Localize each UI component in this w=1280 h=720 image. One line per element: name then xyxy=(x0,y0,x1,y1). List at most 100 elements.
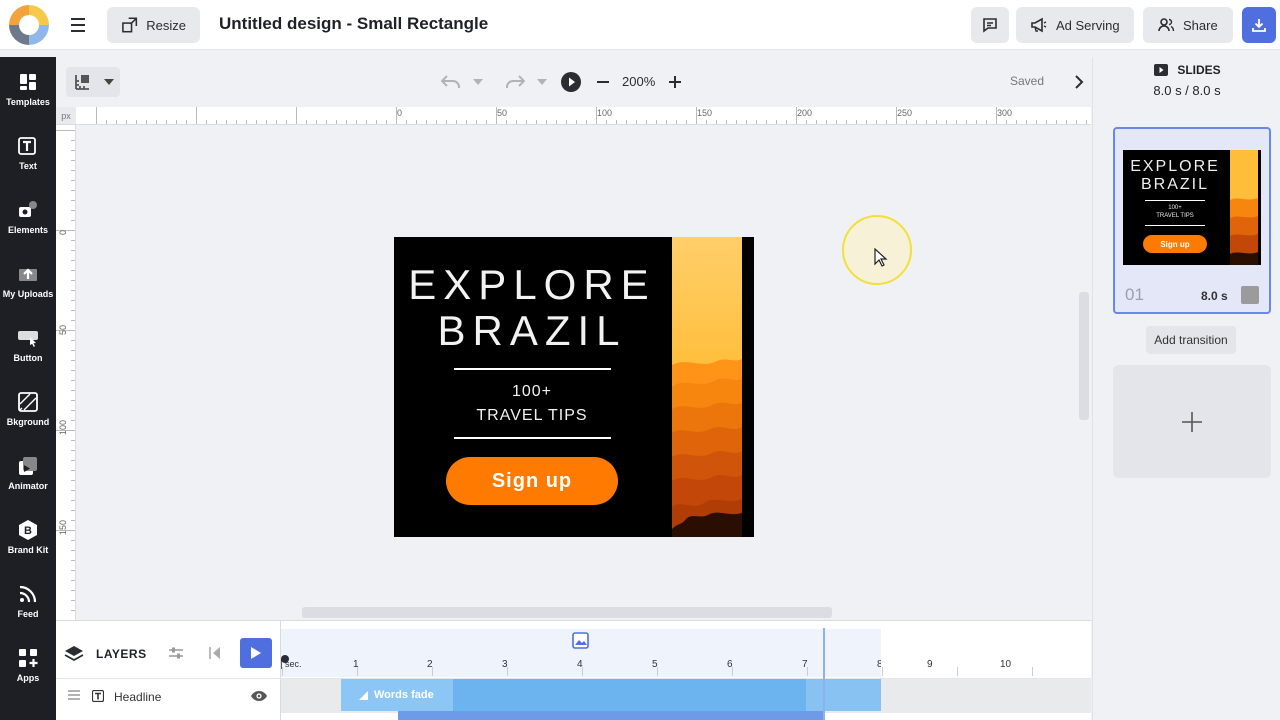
app-logo[interactable] xyxy=(9,5,49,45)
ruler-tick xyxy=(916,120,917,124)
sidebar-item-feed[interactable]: Feed xyxy=(0,569,56,633)
templates-icon xyxy=(17,71,39,93)
playhead-start-marker-icon[interactable] xyxy=(281,655,289,669)
collapse-panel-chevron-icon[interactable] xyxy=(1071,72,1087,92)
ruler-tick xyxy=(71,590,75,591)
ruler-tick xyxy=(146,120,147,124)
ruler-tick xyxy=(906,120,907,124)
ruler-tick xyxy=(166,120,167,124)
filter-icon[interactable] xyxy=(168,646,184,660)
sidebar-item-button[interactable]: Button xyxy=(0,313,56,377)
play-preview-icon[interactable] xyxy=(561,72,581,92)
design-canvas[interactable]: EXPLORE BRAZIL 100+ TRAVEL TIPS Sign up xyxy=(394,237,754,537)
timeline-tick xyxy=(657,667,658,676)
undo-menu-chevron-icon[interactable] xyxy=(472,72,484,92)
sidebar-item-my-uploads[interactable]: My Uploads xyxy=(0,249,56,313)
horizontal-scrollbar[interactable] xyxy=(302,607,832,618)
vertical-scrollbar[interactable] xyxy=(1079,292,1089,420)
share-button[interactable]: Share xyxy=(1143,7,1233,43)
share-label: Share xyxy=(1183,17,1218,33)
timeline-row-headline[interactable]: Headline Words fade xyxy=(56,678,1091,713)
ruler-tick xyxy=(826,120,827,124)
thumb-landscape-image xyxy=(1230,150,1258,265)
download-button[interactable] xyxy=(1242,7,1276,43)
slide-background-color-swatch[interactable] xyxy=(1241,286,1259,304)
add-transition-button[interactable]: Add transition xyxy=(1146,326,1236,354)
ruler-tick xyxy=(656,120,657,124)
ruler-tick xyxy=(116,120,117,124)
document-title[interactable]: Untitled design - Small Rectangle xyxy=(219,14,488,34)
redo-icon[interactable] xyxy=(504,72,526,92)
ruler-tick xyxy=(71,300,75,301)
grid-icon xyxy=(74,75,89,90)
ruler-tick xyxy=(126,120,127,124)
slide-thumbnail-card[interactable]: EXPLORE BRAZIL 100+ TRAVEL TIPS Sign up … xyxy=(1113,127,1271,314)
sidebar-item-brand-kit[interactable]: B Brand Kit xyxy=(0,505,56,569)
headline-line-2[interactable]: BRAZIL xyxy=(394,307,670,355)
divider-bottom[interactable] xyxy=(454,437,611,439)
sidebar-item-text[interactable]: Text xyxy=(0,121,56,185)
resize-label: Resize xyxy=(146,17,186,33)
ruler-tick xyxy=(71,180,75,181)
sidebar-item-templates[interactable]: Templates xyxy=(0,57,56,121)
next-layer-duration-bar[interactable] xyxy=(398,711,824,720)
ruler-tick xyxy=(1006,120,1007,124)
slide-thumbnail[interactable]: EXPLORE BRAZIL 100+ TRAVEL TIPS Sign up xyxy=(1123,150,1261,265)
entrance-animation-bar[interactable]: Words fade xyxy=(341,679,453,711)
ruler-tick xyxy=(256,120,257,124)
ruler-tick xyxy=(71,150,75,151)
ruler-tick xyxy=(71,610,75,611)
image-marker-icon[interactable] xyxy=(572,632,589,649)
sidebar-item-animator[interactable]: Animator xyxy=(0,441,56,505)
ruler-tick xyxy=(866,120,867,124)
ruler-tick xyxy=(296,107,297,124)
subheadline-line-1[interactable]: 100+ xyxy=(394,383,670,401)
ruler-tick xyxy=(416,120,417,124)
layer-track[interactable]: Words fade xyxy=(281,679,1091,713)
ruler-tick xyxy=(71,170,75,171)
undo-icon[interactable] xyxy=(440,72,462,92)
slide-duration[interactable]: 8.0 s xyxy=(1201,289,1228,303)
timeline-tick xyxy=(507,667,508,676)
ruler-label: 150 xyxy=(58,519,68,535)
drag-handle-icon[interactable] xyxy=(68,690,80,700)
resize-button[interactable]: Resize xyxy=(107,7,200,43)
fade-triangle-icon xyxy=(359,690,368,700)
ruler-label: 50 xyxy=(58,324,68,335)
zoom-in-icon[interactable] xyxy=(666,72,684,92)
menu-icon[interactable] xyxy=(66,13,90,37)
playhead-end-line[interactable] xyxy=(823,628,825,720)
sidebar-item-apps[interactable]: Apps xyxy=(0,633,56,697)
divider-top[interactable] xyxy=(454,368,611,370)
ruler-tick xyxy=(186,120,187,124)
ruler-tick xyxy=(196,107,197,124)
sidebar-item-elements[interactable]: Elements xyxy=(0,185,56,249)
cta-sign-up-button[interactable]: Sign up xyxy=(446,457,618,505)
layer-exit-animation-bar[interactable] xyxy=(806,679,881,711)
ruler-tick xyxy=(926,120,927,124)
timeline-second-label: 10 xyxy=(1000,659,1012,670)
ruler-tick xyxy=(326,120,327,124)
timeline-play-button[interactable] xyxy=(240,638,272,668)
plus-icon xyxy=(1182,411,1202,432)
sidebar-item-background[interactable]: Bkground xyxy=(0,377,56,441)
add-slide-button[interactable] xyxy=(1113,365,1271,478)
left-sidebar: Templates Text Elements My Uploads Butto… xyxy=(0,57,56,720)
redo-menu-chevron-icon[interactable] xyxy=(536,72,548,92)
eye-icon[interactable] xyxy=(250,690,268,702)
zoom-out-icon[interactable] xyxy=(594,72,612,92)
comments-button[interactable] xyxy=(971,7,1009,43)
layer-name[interactable]: Headline xyxy=(114,690,161,704)
headline-line-1[interactable]: EXPLORE xyxy=(394,261,670,309)
thumb-headline-2: BRAZIL xyxy=(1140,176,1209,193)
grid-layout-button[interactable] xyxy=(66,67,120,97)
ad-serving-button[interactable]: Ad Serving xyxy=(1016,7,1134,43)
ruler-tick xyxy=(636,120,637,124)
skip-to-start-icon[interactable] xyxy=(208,646,222,660)
ruler-tick xyxy=(71,450,75,451)
mountain-landscape-image[interactable] xyxy=(672,237,742,537)
ruler-tick xyxy=(406,120,407,124)
subheadline-line-2[interactable]: TRAVEL TIPS xyxy=(394,407,670,425)
layers-label: LAYERS xyxy=(96,647,147,661)
zoom-level[interactable]: 200% xyxy=(622,74,655,89)
